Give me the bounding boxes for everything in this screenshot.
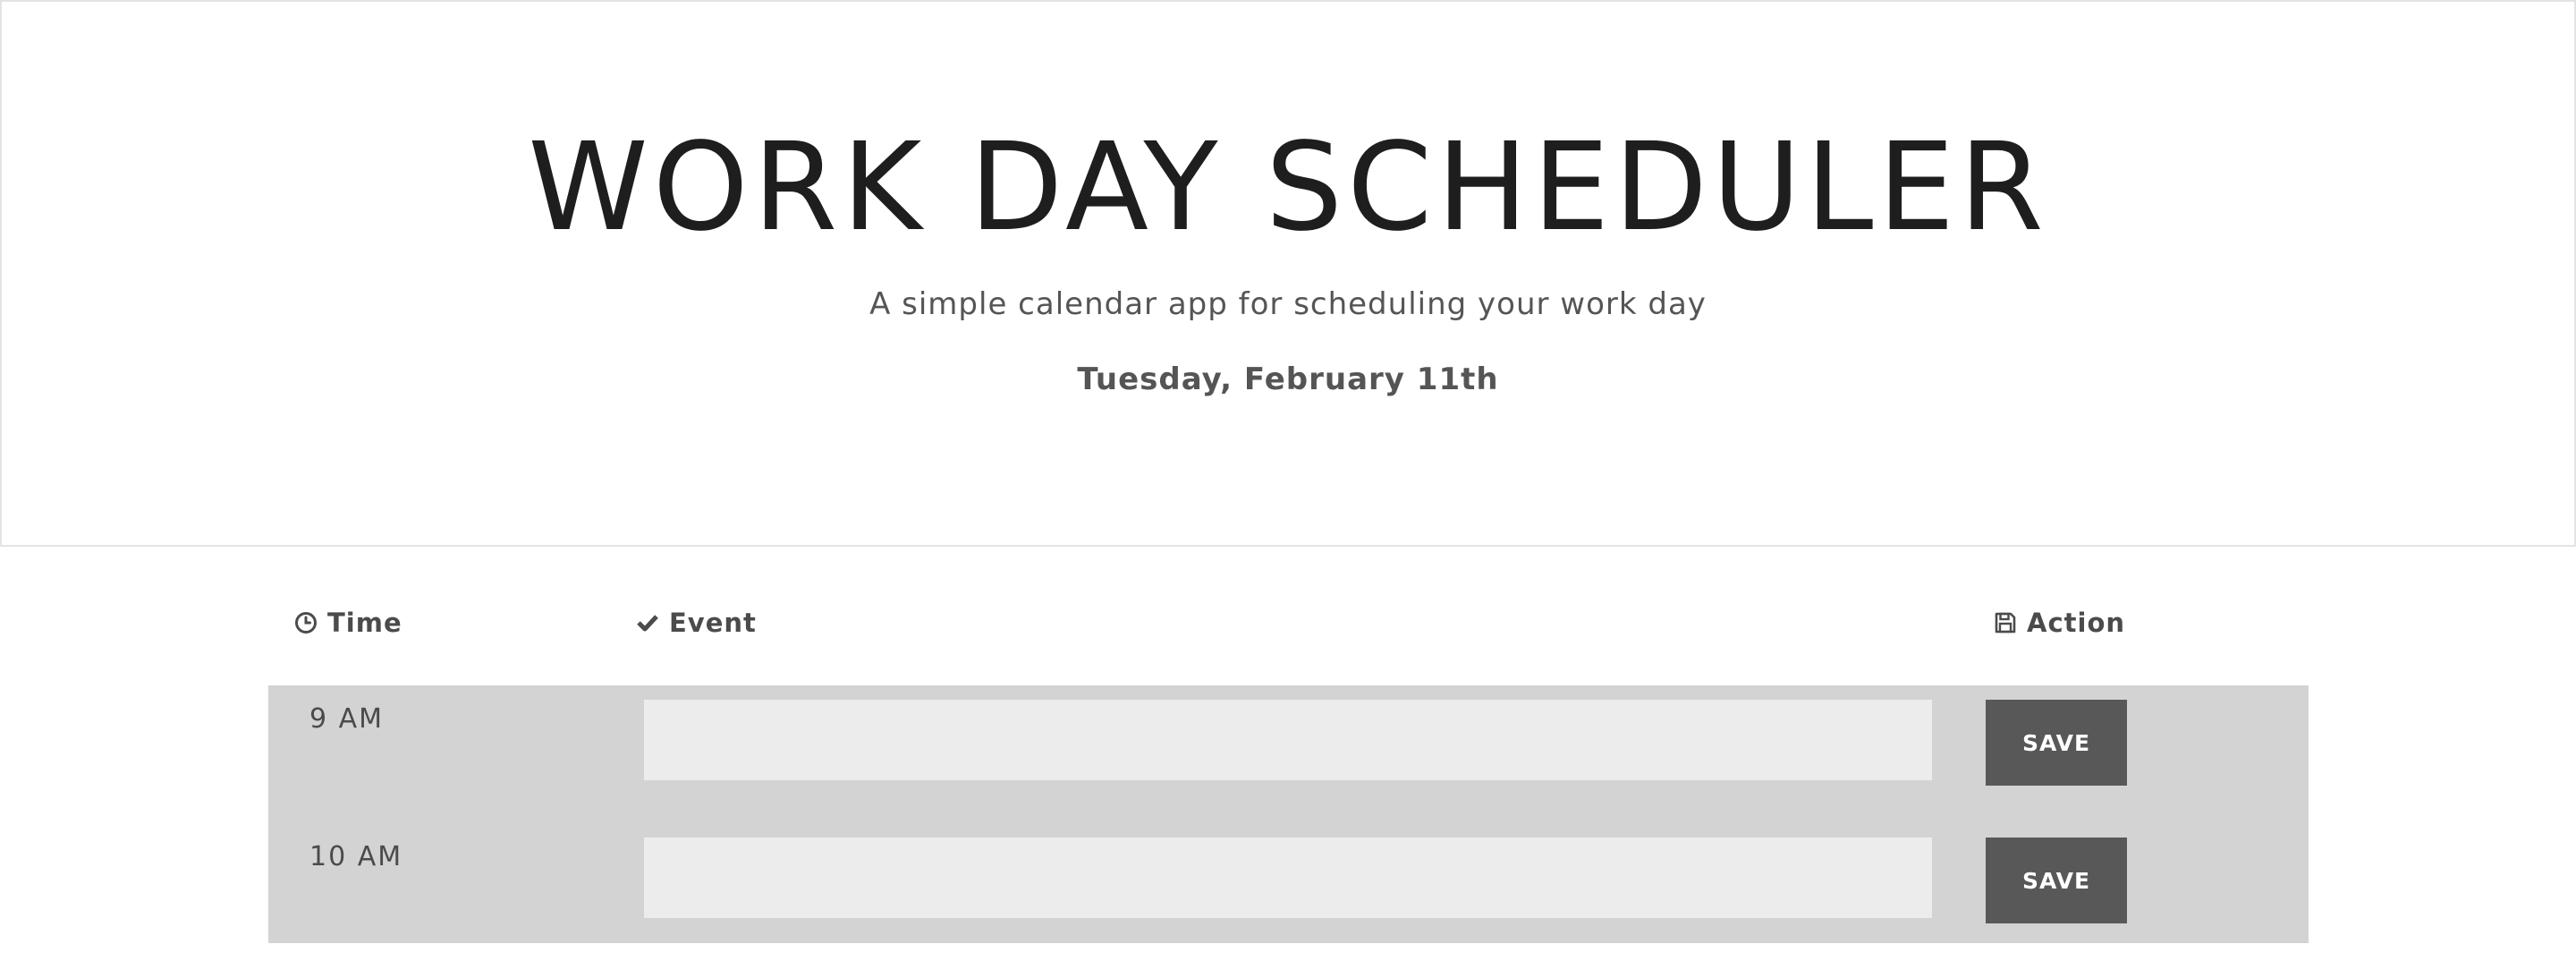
hour-label: 9 AM [309, 703, 385, 735]
page-header: WORK DAY SCHEDULER A simple calendar app… [0, 0, 2576, 547]
current-date: Tuesday, February 11th [1077, 361, 1499, 397]
column-header-time: Time [293, 601, 402, 644]
hour-label: 10 AM [309, 841, 403, 872]
column-header-row: Time Event Action [0, 601, 2576, 644]
time-block-row: 9 AM SAVE [268, 685, 2309, 823]
page-subtitle: A simple calendar app for scheduling you… [869, 286, 1707, 322]
floppy-disk-icon [1993, 610, 2018, 635]
event-input[interactable] [644, 838, 1932, 918]
column-header-action-label: Action [2027, 608, 2126, 638]
event-input[interactable] [644, 700, 1932, 780]
clock-icon [293, 610, 318, 635]
column-header-time-label: Time [327, 608, 402, 638]
time-block-row: 10 AM SAVE [268, 823, 2309, 961]
save-button[interactable]: SAVE [1986, 838, 2127, 923]
page-title: WORK DAY SCHEDULER [528, 117, 2048, 259]
column-header-action: Action [1993, 601, 2125, 644]
column-header-event: Event [635, 601, 757, 644]
schedule-table: 9 AM SAVE 10 AM SAVE [268, 685, 2309, 943]
save-button[interactable]: SAVE [1986, 700, 2127, 786]
column-header-event-label: Event [669, 608, 757, 638]
checkmark-icon [635, 610, 660, 635]
